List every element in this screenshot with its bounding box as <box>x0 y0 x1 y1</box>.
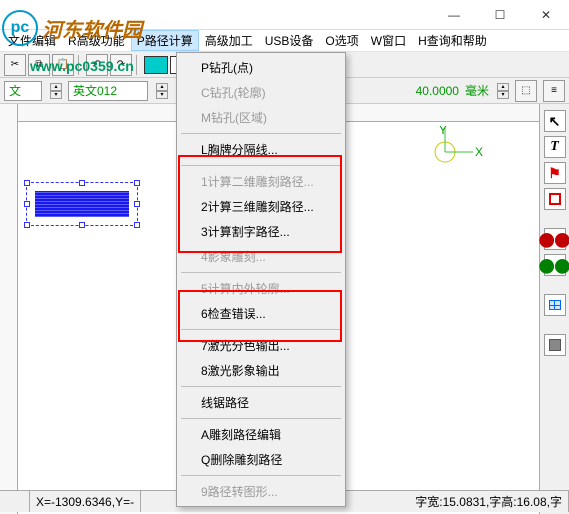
tool-table-icon[interactable] <box>544 294 566 316</box>
menu-separator <box>181 418 341 419</box>
menu-item-badge-divider[interactable]: L胸牌分隔线... <box>179 137 343 162</box>
status-cell-blank <box>0 491 30 512</box>
tool-redo-icon[interactable]: ↷ <box>110 54 132 76</box>
font-name-spinner[interactable]: ▴▾ <box>156 83 168 99</box>
svg-text:X: X <box>475 145 483 159</box>
tool-undo-icon[interactable]: ↶ <box>86 54 108 76</box>
menu-separator <box>181 329 341 330</box>
resize-handle[interactable] <box>24 201 30 207</box>
resize-handle[interactable] <box>134 201 140 207</box>
svg-text:Y: Y <box>439 126 447 137</box>
status-font-metrics: 字宽:15.0831,字高:16.08,字 <box>409 491 569 512</box>
toolbar-separator <box>78 55 82 75</box>
menu-separator <box>181 272 341 273</box>
window-titlebar: — ☐ ✕ <box>0 0 569 30</box>
menu-item-wire-saw[interactable]: 线锯路径 <box>179 390 343 415</box>
menu-item-cut-text[interactable]: 3计算割字路径... <box>179 219 343 244</box>
menu-file-edit[interactable]: 文件编辑 <box>2 30 62 51</box>
menu-item-drill-point[interactable]: P钻孔(点) <box>179 55 343 80</box>
menu-item-laser-image-output[interactable]: 8激光影象输出 <box>179 358 343 383</box>
selected-fill <box>35 191 129 217</box>
tool-copy-icon[interactable]: ⧉ <box>28 54 50 76</box>
menu-path-calc[interactable]: P路径计算 <box>131 30 199 51</box>
font-group-spinner[interactable]: ▴▾ <box>50 83 62 99</box>
window-maximize-button[interactable]: ☐ <box>477 0 523 30</box>
tool-rect-icon[interactable] <box>544 188 566 210</box>
menu-item-laser-color-output[interactable]: 7激光分色输出... <box>179 333 343 358</box>
menu-separator <box>181 475 341 476</box>
tool-gray-icon[interactable] <box>544 334 566 356</box>
origin-marker-icon: X Y <box>433 126 493 176</box>
size-value: 40.0000 <box>416 84 459 98</box>
font-name-field[interactable]: 英文012 <box>68 81 148 101</box>
resize-handle[interactable] <box>79 222 85 228</box>
menu-separator <box>181 386 341 387</box>
font-name-value: 英文012 <box>73 82 117 99</box>
menu-options[interactable]: O选项 <box>319 30 364 51</box>
font-group-field[interactable]: 文 <box>4 81 42 101</box>
tool-misc-icon[interactable]: ⬚ <box>515 80 537 102</box>
color-cyan-swatch[interactable] <box>144 56 168 74</box>
menu-advanced[interactable]: R高级功能 <box>62 30 131 51</box>
path-calc-dropdown: P钻孔(点) C钻孔(轮廓) M钻孔(区域) L胸牌分隔线... 1计算二维雕刻… <box>176 52 346 507</box>
toolbar-separator <box>136 55 140 75</box>
font-group-value: 文 <box>9 82 21 99</box>
tool-cut-icon[interactable]: ✂ <box>4 54 26 76</box>
status-coordinates: X=-1309.6346,Y=- <box>30 491 141 512</box>
menu-item-drill-region[interactable]: M钻孔(区域) <box>179 105 343 130</box>
menu-item-edit-engrave-path[interactable]: A雕刻路径编辑 <box>179 422 343 447</box>
tool-select-icon[interactable]: ↖ <box>544 110 566 132</box>
window-minimize-button[interactable]: — <box>431 0 477 30</box>
menu-item-drill-contour[interactable]: C钻孔(轮廓) <box>179 80 343 105</box>
tool-text-icon[interactable]: T <box>544 136 566 158</box>
menu-usb-device[interactable]: USB设备 <box>259 30 320 51</box>
resize-handle[interactable] <box>24 180 30 186</box>
menu-item-3d-engrave[interactable]: 2计算三维雕刻路径... <box>179 194 343 219</box>
menu-item-delete-engrave-path[interactable]: Q删除雕刻路径 <box>179 447 343 472</box>
menu-item-inner-outer[interactable]: 5计算内外轮廓... <box>179 276 343 301</box>
window-close-button[interactable]: ✕ <box>523 0 569 30</box>
resize-handle[interactable] <box>134 222 140 228</box>
menu-advanced-machining[interactable]: 高级加工 <box>199 30 259 51</box>
tool-misc2-icon[interactable]: ≡ <box>543 80 565 102</box>
resize-handle[interactable] <box>79 180 85 186</box>
tool-flag-icon[interactable]: ⚑ <box>544 162 566 184</box>
tool-node-red-icon[interactable]: ⬤⬤ <box>544 228 566 250</box>
selected-object[interactable] <box>26 182 138 226</box>
menu-item-2d-engrave[interactable]: 1计算二维雕刻路径... <box>179 169 343 194</box>
tool-node-green-icon[interactable]: ⬤⬤ <box>544 254 566 276</box>
menu-item-check-errors[interactable]: 6检查错误... <box>179 301 343 326</box>
menu-separator <box>181 165 341 166</box>
menubar: 文件编辑 R高级功能 P路径计算 高级加工 USB设备 O选项 W窗口 H查询和… <box>0 30 569 52</box>
resize-handle[interactable] <box>24 222 30 228</box>
menu-separator <box>181 133 341 134</box>
tool-paste-icon[interactable]: 📋 <box>52 54 74 76</box>
menu-item-path-to-shape[interactable]: 9路径转图形... <box>179 479 343 504</box>
size-spinner[interactable]: ▴▾ <box>497 83 509 99</box>
menu-help[interactable]: H查询和帮助 <box>412 30 493 51</box>
resize-handle[interactable] <box>134 180 140 186</box>
menu-item-image-engrave[interactable]: 4影象雕刻... <box>179 244 343 269</box>
ruler-vertical <box>0 104 18 514</box>
menu-window[interactable]: W窗口 <box>365 30 412 51</box>
side-toolbox: ↖ T ⚑ ⬤⬤ ⬤⬤ <box>539 104 569 514</box>
size-unit: 毫米 <box>465 82 489 99</box>
